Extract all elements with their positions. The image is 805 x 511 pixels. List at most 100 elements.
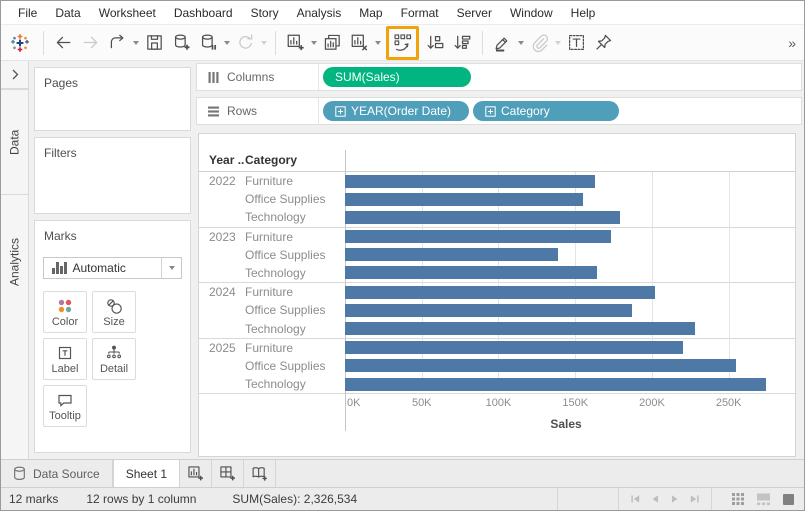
clear-sheet-dropdown[interactable]: [373, 29, 382, 57]
bar-2024-office-supplies[interactable]: [345, 304, 632, 317]
bar-2023-furniture[interactable]: [345, 230, 611, 243]
show-mark-labels-button[interactable]: [563, 29, 590, 57]
menu-item-file[interactable]: File: [9, 1, 46, 25]
bar-2023-office-supplies[interactable]: [345, 248, 558, 261]
bar-2022-office-supplies[interactable]: [345, 193, 583, 206]
year-label[interactable]: 2022: [199, 174, 245, 188]
next-sheet-button[interactable]: [669, 493, 681, 505]
more-toolbar-buttons[interactable]: »: [788, 35, 798, 51]
show-tabs-button[interactable]: [781, 492, 796, 507]
bar-2025-technology[interactable]: [345, 378, 766, 391]
menu-item-worksheet[interactable]: Worksheet: [90, 1, 165, 25]
category-label[interactable]: Furniture: [245, 174, 345, 188]
detail-button[interactable]: Detail: [92, 338, 136, 380]
new-worksheet-button[interactable]: [282, 29, 309, 57]
fix-axes-button[interactable]: [590, 29, 617, 57]
year-label[interactable]: 2025: [199, 341, 245, 355]
color-button[interactable]: Color: [43, 291, 87, 333]
pill-category[interactable]: Category: [473, 101, 619, 121]
category-label[interactable]: Technology: [245, 322, 345, 336]
replay-animation-button[interactable]: [104, 29, 131, 57]
pill-text: SUM(Sales): [335, 70, 400, 84]
menu-item-story[interactable]: Story: [242, 1, 288, 25]
pages-shelf[interactable]: Pages: [34, 67, 191, 131]
sheet-tab-sheet1[interactable]: Sheet 1: [113, 460, 180, 487]
label-button[interactable]: Label: [43, 338, 87, 380]
menu-item-window[interactable]: Window: [501, 1, 562, 25]
sort-ascending-button[interactable]: [422, 29, 449, 57]
menu-item-dashboard[interactable]: Dashboard: [165, 1, 242, 25]
category-label[interactable]: Technology: [245, 266, 345, 280]
new-worksheet-dropdown[interactable]: [309, 29, 318, 57]
new-data-source-button[interactable]: [168, 29, 195, 57]
previous-sheet-button[interactable]: [649, 493, 661, 505]
pause-auto-updates-button[interactable]: [195, 29, 222, 57]
sort-descending-button[interactable]: [449, 29, 476, 57]
tab-data[interactable]: Data: [1, 89, 28, 194]
pill-year-order-date[interactable]: YEAR(Order Date): [323, 101, 469, 121]
category-label[interactable]: Office Supplies: [245, 192, 345, 206]
filters-shelf[interactable]: Filters: [34, 137, 191, 214]
new-story-button[interactable]: [244, 460, 276, 487]
last-sheet-button[interactable]: [689, 493, 701, 505]
duplicate-sheet-button[interactable]: [319, 29, 346, 57]
menu-item-analysis[interactable]: Analysis: [288, 1, 351, 25]
bar-2023-technology[interactable]: [345, 266, 597, 279]
show-sheet-sorter-button[interactable]: [730, 491, 746, 507]
category-column-header[interactable]: Category: [245, 153, 345, 167]
bar-2025-furniture[interactable]: [345, 341, 683, 354]
category-label[interactable]: Furniture: [245, 341, 345, 355]
new-worksheet-button[interactable]: [180, 460, 212, 487]
marks-buttons: Color Size Label: [35, 287, 190, 431]
highlight-dropdown[interactable]: [516, 29, 525, 57]
category-label[interactable]: Office Supplies: [245, 359, 345, 373]
x-axis[interactable]: 0K50K100K150K200K250K: [345, 394, 787, 412]
category-label[interactable]: Office Supplies: [245, 248, 345, 262]
redo-button[interactable]: [77, 29, 104, 57]
bar-2024-furniture[interactable]: [345, 286, 655, 299]
run-update-button[interactable]: [232, 29, 259, 57]
tab-analytics[interactable]: Analytics: [1, 194, 28, 329]
bar-2024-technology[interactable]: [345, 322, 695, 335]
rows-shelf[interactable]: Rows YEAR(Order Date) Category: [196, 97, 802, 125]
highlight-button[interactable]: [489, 29, 516, 57]
plot-cell: [345, 320, 787, 338]
year-label[interactable]: 2023: [199, 230, 245, 244]
bar-2025-office-supplies[interactable]: [345, 359, 736, 372]
clear-sheet-button[interactable]: [346, 29, 373, 57]
show-filmstrip-button[interactable]: [755, 491, 772, 507]
bar-2022-furniture[interactable]: [345, 175, 595, 188]
columns-shelf[interactable]: Columns SUM(Sales): [196, 63, 802, 91]
category-label[interactable]: Technology: [245, 210, 345, 224]
category-label[interactable]: Furniture: [245, 230, 345, 244]
menu-item-format[interactable]: Format: [392, 1, 448, 25]
category-label[interactable]: Furniture: [245, 285, 345, 299]
category-label[interactable]: Technology: [245, 377, 345, 391]
bar-2022-technology[interactable]: [345, 211, 620, 224]
menu-item-help[interactable]: Help: [562, 1, 605, 25]
pill-sum-sales[interactable]: SUM(Sales): [323, 67, 471, 87]
category-label[interactable]: Office Supplies: [245, 303, 345, 317]
year-label[interactable]: 2024: [199, 285, 245, 299]
run-update-dropdown[interactable]: [259, 29, 268, 57]
menu-item-data[interactable]: Data: [46, 1, 89, 25]
collapse-pane-button[interactable]: [1, 61, 28, 89]
undo-button[interactable]: [50, 29, 77, 57]
replay-animation-dropdown[interactable]: [131, 29, 140, 57]
data-source-tab[interactable]: Data Source: [1, 460, 113, 487]
mark-type-caret[interactable]: [161, 258, 181, 278]
year-column-header[interactable]: Year ..: [199, 153, 245, 167]
menu-item-server[interactable]: Server: [448, 1, 501, 25]
group-members-button[interactable]: [526, 29, 553, 57]
group-members-dropdown[interactable]: [553, 29, 562, 57]
size-button[interactable]: Size: [92, 291, 136, 333]
tooltip-button[interactable]: Tooltip: [43, 385, 87, 427]
swap-rows-and-columns-button[interactable]: [389, 29, 416, 57]
mark-type-dropdown[interactable]: Automatic: [43, 257, 182, 279]
menu-item-map[interactable]: Map: [350, 1, 391, 25]
new-dashboard-button[interactable]: [212, 460, 244, 487]
pause-auto-updates-dropdown[interactable]: [222, 29, 231, 57]
save-button[interactable]: [141, 29, 168, 57]
bar-chart-icon: [52, 262, 67, 274]
first-sheet-button[interactable]: [629, 493, 641, 505]
